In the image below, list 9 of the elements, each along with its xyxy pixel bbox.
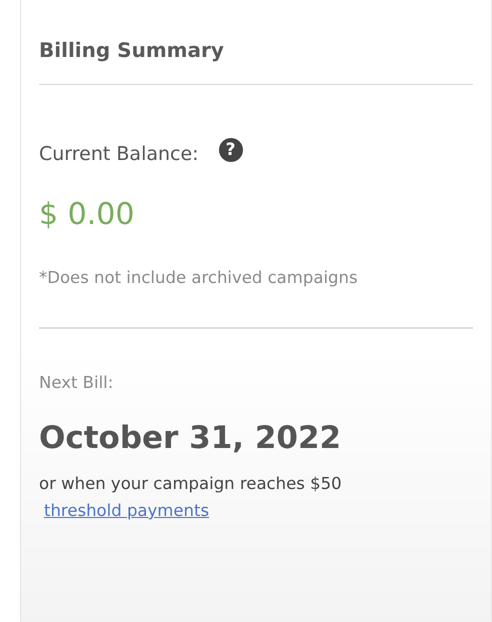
help-icon[interactable]: ?	[218, 138, 243, 162]
next-bill-label: Next Bill:	[39, 373, 114, 392]
threshold-link[interactable]: threshold payments	[44, 501, 210, 520]
next-bill-date: October 31, 2022	[39, 420, 342, 456]
bill-condition: or when your campaign reaches $50	[39, 474, 343, 493]
balance-amount: $ 0.00	[39, 197, 136, 232]
balance-note: *Does not include archived campaigns	[39, 268, 473, 329]
panel-title: Billing Summary	[39, 38, 473, 85]
balance-label: Current Balance:	[39, 143, 199, 165]
